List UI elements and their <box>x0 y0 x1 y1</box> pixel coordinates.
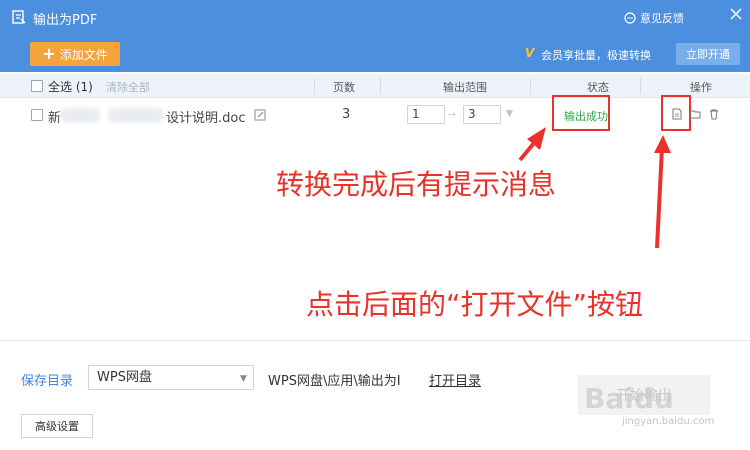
page-count: 3 <box>342 107 351 122</box>
annotation-status-hint: 转换完成后有提示消息 <box>276 168 557 201</box>
range-from-input[interactable]: 1 <box>407 105 445 124</box>
arrow-to-status <box>518 127 546 162</box>
column-header-status: 状态 <box>587 81 609 94</box>
watermark-url: jingyan.baidu.com <box>622 416 715 427</box>
redacted-text <box>60 108 100 122</box>
folder-icon[interactable] <box>689 108 701 120</box>
annotation-open-file-hint: 点击后面的“打开文件”按钮 <box>306 288 644 321</box>
vip-icon: V <box>525 46 535 60</box>
save-path-text: WPS网盘\应用\输出为I <box>268 374 401 389</box>
range-to-input[interactable]: 3 <box>463 105 501 124</box>
window-title: 输出为PDF <box>33 13 98 28</box>
column-divider <box>530 78 531 94</box>
save-dir-select[interactable]: WPS网盘 <box>88 365 254 390</box>
row-checkbox[interactable] <box>31 109 43 121</box>
plus-icon: + <box>42 44 56 63</box>
open-file-icon[interactable] <box>671 108 683 120</box>
select-all-checkbox[interactable] <box>31 80 43 92</box>
vip-promo-text: 会员享批量，极速转换 <box>541 49 651 62</box>
column-header-range: 输出范围 <box>443 81 487 94</box>
column-divider <box>380 78 381 94</box>
open-dir-link[interactable]: 打开目录 <box>429 370 481 389</box>
column-header-pages: 页数 <box>333 81 355 94</box>
clear-all-link[interactable]: 清除全部 <box>106 79 150 95</box>
column-divider <box>640 78 641 94</box>
feedback-label: 意见反馈 <box>640 12 684 25</box>
table-row: 新 设计说明.doc 3 1 → 3 ▼ <box>0 100 750 130</box>
advanced-settings-button[interactable]: 高级设置 <box>21 414 93 438</box>
pdf-export-icon <box>12 10 26 24</box>
add-file-label: 添加文件 <box>59 47 108 62</box>
close-icon[interactable] <box>728 6 744 22</box>
arrow-to-open-file <box>654 135 671 249</box>
chat-icon <box>624 12 636 24</box>
chevron-down-icon[interactable]: ▼ <box>506 109 513 119</box>
trash-icon[interactable] <box>708 108 720 120</box>
arrow-right-icon: → <box>447 108 457 121</box>
table-header: 全选 (1) 清除全部 页数 输出范围 状态 操作 <box>0 74 750 98</box>
select-all-label: 全选 (1) <box>48 80 93 94</box>
file-name-end: 设计说明.doc <box>166 111 246 126</box>
add-file-button[interactable]: + 添加文件 <box>30 42 120 66</box>
rename-icon[interactable] <box>254 109 266 121</box>
open-vip-button[interactable]: 立即开通 <box>676 43 740 65</box>
status-badge: 输出成功 <box>564 110 608 123</box>
redacted-text <box>108 108 164 122</box>
divider <box>0 340 750 341</box>
column-divider <box>314 78 315 94</box>
title-bar: 输出为PDF 意见反馈 + 添加文件 V 会员享批量，极速转换 立即开通 <box>0 0 750 72</box>
column-header-ops: 操作 <box>690 81 712 94</box>
feedback-link[interactable]: 意见反馈 <box>624 10 684 26</box>
chevron-down-icon[interactable]: ▼ <box>240 374 247 384</box>
watermark-logo: Baidu <box>584 382 674 415</box>
save-dir-label: 保存目录 <box>21 374 74 389</box>
